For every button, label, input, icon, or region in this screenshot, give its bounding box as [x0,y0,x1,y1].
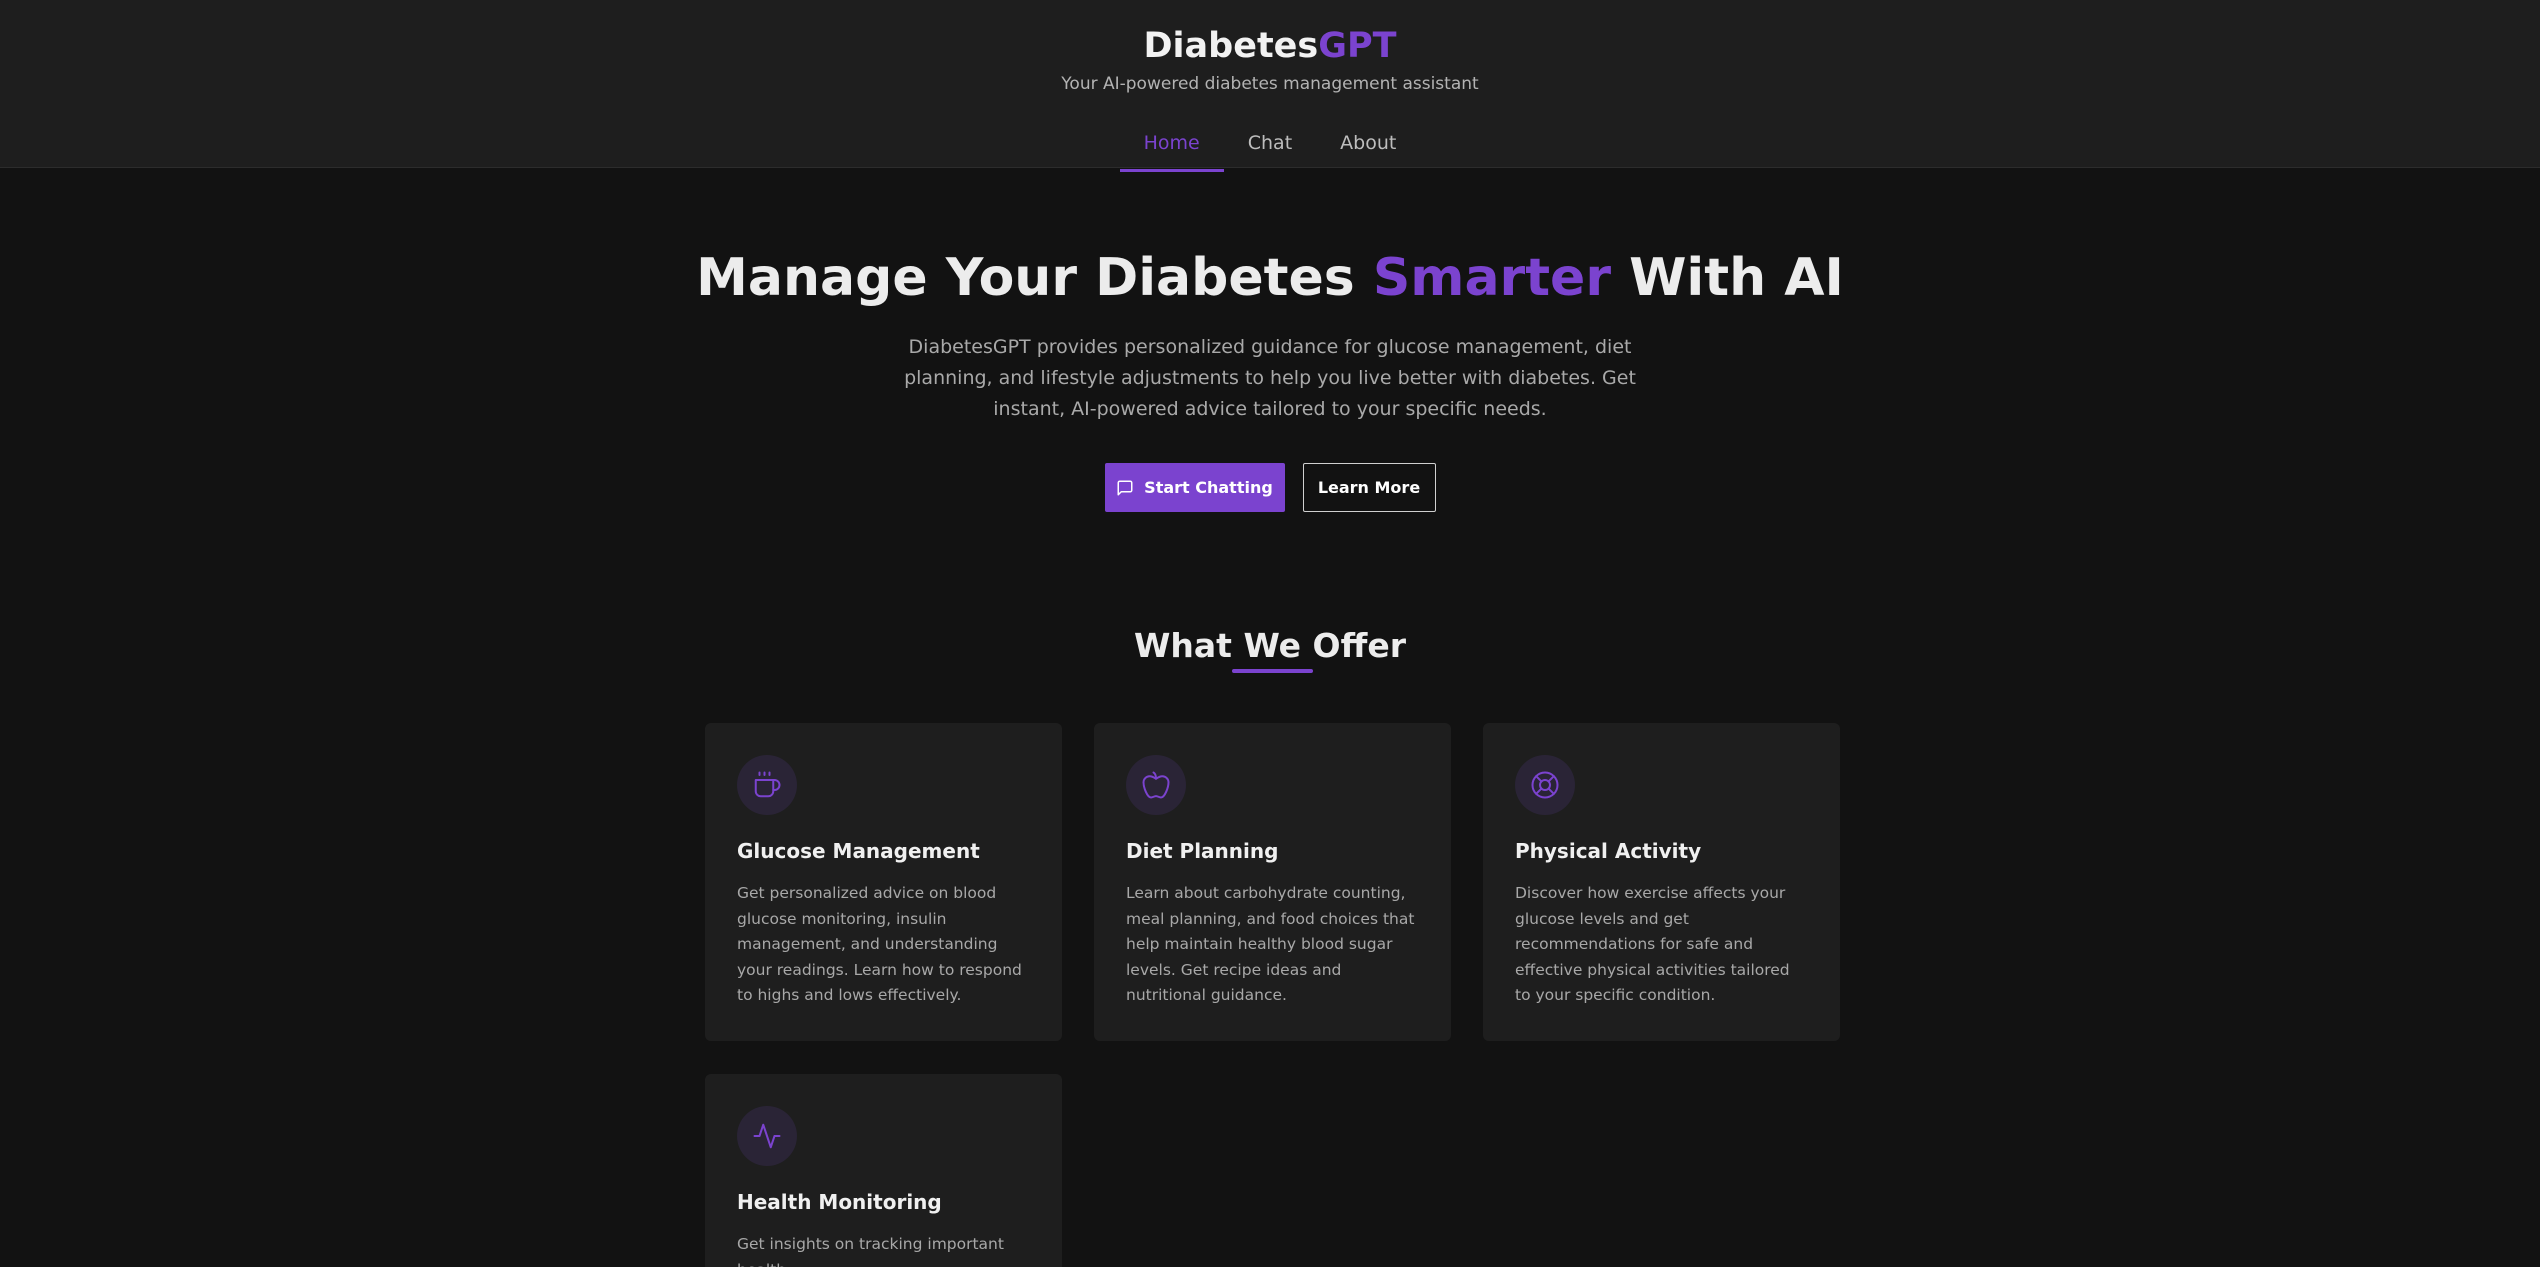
start-chatting-button[interactable]: Start Chatting [1104,463,1285,512]
hero-description: DiabetesGPT provides personalized guidan… [904,336,1636,420]
feature-description: Discover how exercise affects your gluco… [1515,884,1790,1005]
brand-logo[interactable]: DiabetesGPT [0,26,2540,66]
brand-name: Diabetes [1143,26,1319,66]
feature-description: Get personalized advice on blood glucose… [737,884,1022,1005]
hero-buttons: Start Chatting Learn More [0,463,2540,512]
feature-card-health: Health Monitoring Get insights on tracki… [705,1074,1062,1267]
section-title: What We Offer [1134,626,1406,665]
feature-card-activity: Physical Activity Discover how exercise … [1483,723,1840,1041]
activity-pulse-icon [737,1106,797,1166]
nav-item-about[interactable]: About [1316,118,1420,172]
feature-title: Diet Planning [1126,839,1279,863]
brand-accent: GPT [1318,26,1397,66]
site-header: DiabetesGPT Your AI-powered diabetes man… [0,0,2540,172]
feature-description: Learn about carbohydrate counting, meal … [1126,884,1415,1005]
feature-card-diet: Diet Planning Learn about carbohydrate c… [1094,723,1451,1041]
nav-item-home[interactable]: Home [1119,118,1224,172]
coffee-cup-icon [737,755,797,815]
section-title-underline [1232,669,1313,673]
feature-description: Get insights on tracking important healt… [737,1235,1004,1267]
feature-title: Physical Activity [1515,839,1702,863]
hero-title: Manage Your Diabetes Smarter With AI [0,248,2540,308]
apple-icon [1126,755,1186,815]
hero-title-accent: Smarter [1372,248,1611,308]
tagline: Your AI-powered diabetes management assi… [1061,74,1479,94]
hero-title-pre: Manage Your Diabetes [696,248,1373,308]
chat-bubble-icon [1116,479,1134,497]
start-chatting-label: Start Chatting [1144,478,1273,497]
lifebuoy-icon [1515,755,1575,815]
feature-card-glucose: Glucose Management Get personalized advi… [705,723,1062,1041]
feature-title: Health Monitoring [737,1190,942,1214]
feature-title: Glucose Management [737,839,980,863]
nav-item-chat[interactable]: Chat [1224,118,1316,172]
hero-title-post: With AI [1610,248,1844,308]
main-nav: Home Chat About [0,118,2540,172]
learn-more-button[interactable]: Learn More [1302,463,1436,512]
